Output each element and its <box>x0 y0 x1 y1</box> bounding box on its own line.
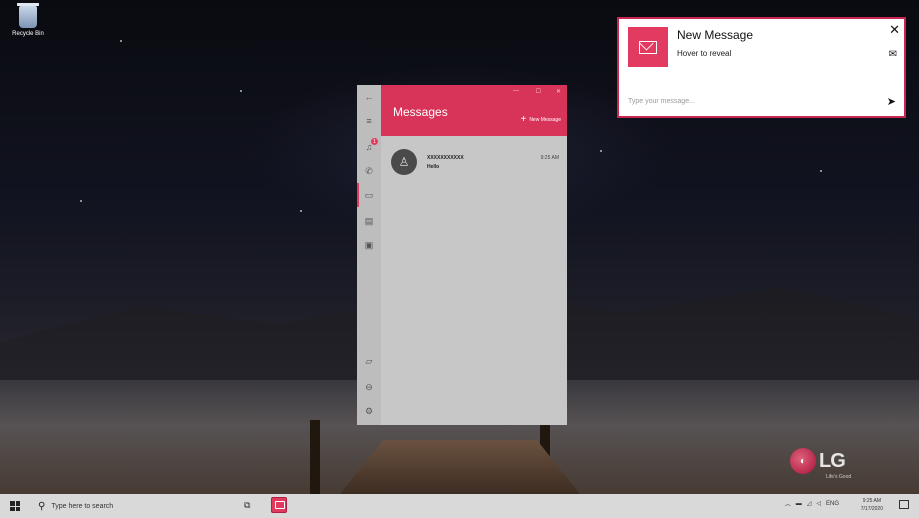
messages-icon[interactable]: ▭ <box>363 189 375 201</box>
volume-icon[interactable]: ◁ <box>816 500 821 507</box>
photos-icon[interactable]: ▤ <box>363 215 375 227</box>
minus-circle-icon[interactable]: ⊖ <box>363 381 375 393</box>
network-icon[interactable]: ◿ <box>807 500 812 507</box>
send-icon[interactable]: ➤ <box>887 95 896 108</box>
toast-title: New Message <box>677 28 754 42</box>
plus-icon: + <box>520 114 527 125</box>
task-view-icon[interactable]: ⧉ <box>244 500 250 511</box>
search-icon: ⚲ <box>38 500 46 512</box>
active-indicator <box>357 183 359 207</box>
search-placeholder: Type here to search <box>51 502 114 510</box>
lg-logo: ◐ LG Life's Good <box>790 448 851 480</box>
back-arrow-icon[interactable]: ← <box>363 91 375 103</box>
settings-gear-icon[interactable]: ⚙ <box>363 405 375 417</box>
taskbar-search-box[interactable]: ⚲ Type here to search <box>32 498 227 514</box>
new-message-label: New Message <box>529 117 561 123</box>
messages-header: — ☐ ✕ Messages + New Message <box>381 85 567 136</box>
lg-tagline: Life's Good <box>826 474 852 480</box>
clock-date: 7/17/2020 <box>860 506 883 512</box>
recycle-bin-label: Recycle Bin <box>12 31 44 37</box>
close-icon[interactable]: ✕ <box>889 22 900 38</box>
windows-start-icon[interactable] <box>10 501 20 511</box>
folder-icon[interactable]: ▱ <box>363 355 375 367</box>
contact-avatar-icon: ♙ <box>391 149 417 175</box>
lg-face-icon: ◐ <box>790 448 816 474</box>
messages-taskbar-icon[interactable] <box>271 497 287 513</box>
hamburger-menu-icon[interactable]: ≡ <box>363 115 375 127</box>
minimize-icon[interactable]: — <box>513 88 519 94</box>
toast-subtitle: Hover to reveal <box>677 49 732 58</box>
screen-icon[interactable]: ▣ <box>363 239 375 251</box>
system-tray: ︿ ▬ ◿ ◁ ENG <box>785 499 839 509</box>
maximize-icon[interactable]: ☐ <box>536 88 541 95</box>
contact-name: XXXXXXXXXXX <box>427 155 464 161</box>
language-indicator[interactable]: ENG <box>826 501 839 507</box>
recycle-bin[interactable]: Recycle Bin <box>8 3 48 37</box>
recycle-bin-icon <box>17 3 39 28</box>
phone-icon[interactable]: ✆ <box>363 165 375 177</box>
reply-input[interactable] <box>628 98 863 105</box>
new-message-button[interactable]: + New Message <box>520 114 561 125</box>
mail-envelope-icon <box>628 27 668 67</box>
message-time: 9:25 AM <box>540 155 559 161</box>
messages-app-window[interactable]: ← ≡ ♫ 1 ✆ ▭ ▤ ▣ ▱ ⊖ ⚙ — ☐ ✕ Messages + N… <box>357 85 567 425</box>
app-nav-rail: ← ≡ ♫ 1 ✆ ▭ ▤ ▣ ▱ ⊖ ⚙ <box>357 85 381 425</box>
message-preview: Hello <box>427 164 440 170</box>
notification-badge: 1 <box>371 138 378 145</box>
action-center-icon[interactable] <box>899 500 909 509</box>
taskbar-clock[interactable]: 9:25 AM 7/17/2020 <box>861 497 883 513</box>
battery-icon[interactable]: ▬ <box>796 501 802 507</box>
taskbar: ⚲ Type here to search ⧉ ︿ ▬ ◿ ◁ ENG 9:25… <box>0 494 919 518</box>
close-window-icon[interactable]: ✕ <box>556 88 561 95</box>
conversation-list-item[interactable]: ♙ XXXXXXXXXXX Hello 9:25 AM <box>381 147 567 181</box>
notifications-bell-icon[interactable]: ♫ 1 <box>363 138 378 153</box>
clock-time: 9:25 AM <box>862 498 882 504</box>
app-title: Messages <box>393 105 448 119</box>
chevron-up-icon[interactable]: ︿ <box>785 499 791 508</box>
lg-wordmark: LG <box>819 449 846 472</box>
desktop-background: Recycle Bin ← ≡ ♫ 1 ✆ ▭ ▤ ▣ ▱ ⊖ ⚙ — ☐ ✕ … <box>0 0 919 494</box>
new-message-toast[interactable]: New Message Hover to reveal ✕ ✉ ➤ <box>617 17 906 118</box>
open-envelope-icon[interactable]: ✉ <box>889 49 897 60</box>
